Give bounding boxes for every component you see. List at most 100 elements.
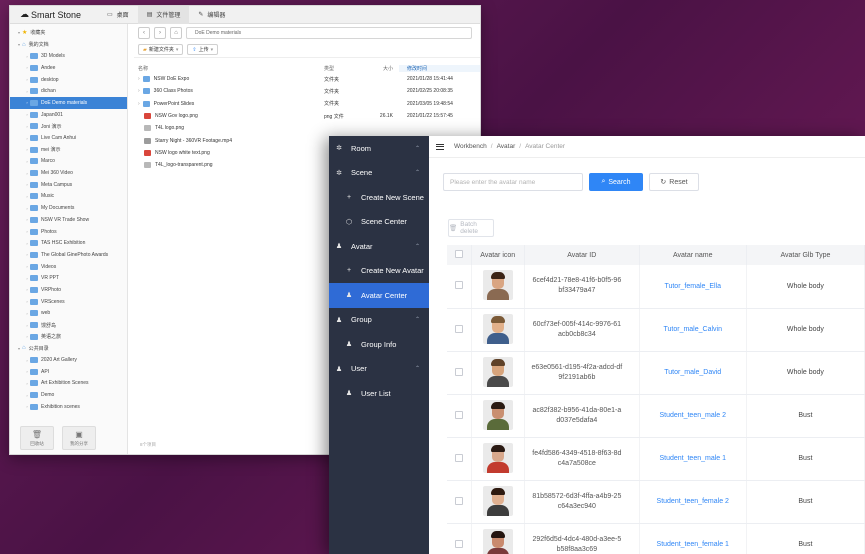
fm-tab[interactable]: ▤ 文件管理	[137, 5, 190, 24]
nav-item-group-info[interactable]: ♟ Group Info	[329, 332, 429, 357]
tree-item[interactable]: › The Global GinePhoto Awards	[10, 249, 127, 261]
row-checkbox[interactable]	[454, 410, 463, 419]
tree-item[interactable]: › Demo	[10, 389, 127, 401]
table-row[interactable]: e63e0561-d195-4f2a-adcd-df9f2191ab6b Tuto…	[447, 351, 865, 395]
sidebar-bottom-button[interactable]: ▣ 我的分享	[62, 426, 96, 450]
file-row[interactable]: T4L logo.png	[134, 122, 480, 134]
row-checkbox[interactable]	[454, 324, 463, 333]
tree-item[interactable]: › Exhibition scenes	[10, 401, 127, 413]
upload-button[interactable]: ⇧ 上传 ▾	[187, 44, 219, 55]
tree-item[interactable]: › VR PPT	[10, 272, 127, 284]
tree-item[interactable]: › Art Exhibition Scenes	[10, 378, 127, 390]
row-checkbox[interactable]	[454, 539, 463, 548]
avatar-name-link[interactable]: Student_teen_female 2	[657, 498, 729, 505]
tree-item[interactable]: › TAS HSC Exhibition	[10, 237, 127, 249]
nav-item-user[interactable]: ♟ User ⌃	[329, 357, 429, 382]
tree-item[interactable]: › Photos	[10, 226, 127, 238]
breadcrumb-workbench[interactable]: Workbench	[454, 143, 487, 150]
row-checkbox[interactable]	[454, 367, 463, 376]
table-row[interactable]: 292f6d5d-4dc4-480d-a3ee-5b58f8aa3c69 Stud…	[447, 523, 865, 554]
forward-icon[interactable]: ›	[154, 27, 166, 39]
row-select-cell	[447, 351, 472, 395]
tree-item[interactable]: › web	[10, 308, 127, 320]
avatar-name-link[interactable]: Tutor_male_Calvin	[663, 326, 722, 333]
file-row[interactable]: › NSW DoE Expo 文件夹 2021/01/28 15:41:44	[134, 73, 480, 85]
tree-item[interactable]: › 3D Models	[10, 50, 127, 62]
nav-item-group[interactable]: ♟ Group ⌃	[329, 308, 429, 333]
tree-item[interactable]: › API	[10, 366, 127, 378]
col-date[interactable]: 修改时间	[399, 64, 480, 72]
nav-item-user-list[interactable]: ♟ User List	[329, 381, 429, 406]
folder-icon	[30, 193, 38, 200]
tree-item[interactable]: › Japan001	[10, 109, 127, 121]
col-size[interactable]: 大小	[379, 65, 399, 72]
tree-item[interactable]: › 英语之旅	[10, 331, 127, 343]
tree-item[interactable]: › VRScenes	[10, 296, 127, 308]
table-row[interactable]: ac82f382-b956-41da-80e1-ad037e5dafa4 Stud…	[447, 394, 865, 438]
tree-item[interactable]: ▾ ⌂ 我的文档	[10, 39, 127, 51]
new-folder-button[interactable]: ▰ 新建文件夹 ▾	[138, 44, 184, 55]
tree-item[interactable]: › My Documents	[10, 202, 127, 214]
fm-tab[interactable]: ▭ 桌面	[98, 6, 138, 24]
tree-item[interactable]: › NSW VR Trade Show	[10, 214, 127, 226]
menu-toggle-icon[interactable]	[436, 143, 444, 150]
avatar-name-link[interactable]: Tutor_male_David	[664, 369, 721, 376]
avatar-icon-cell	[471, 480, 525, 524]
row-checkbox[interactable]	[454, 453, 463, 462]
file-row[interactable]: › 360 Class Photos 文件夹 2021/02/25 20:08:35	[134, 85, 480, 97]
file-row[interactable]: › PowerPoint Slides 文件夹 2021/03/05 19:48:54	[134, 98, 480, 110]
avatar-name-search-input[interactable]	[443, 173, 583, 191]
col-name[interactable]: 名称	[134, 65, 324, 72]
tree-item[interactable]: › mei 演示	[10, 144, 127, 156]
tree-item[interactable]: ▾ ★ 收藏夹	[10, 27, 127, 39]
tree-item[interactable]: › DoE Demo materials	[10, 97, 127, 109]
file-name-cell: NSW logo white text.png	[134, 149, 324, 156]
avatar-name-link[interactable]: Student_teen_male 2	[659, 412, 726, 419]
nav-item-avatar-center[interactable]: ♟ Avatar Center	[329, 283, 429, 308]
tree-item-label: Andee	[41, 64, 56, 71]
row-checkbox[interactable]	[454, 496, 463, 505]
upload-icon: ⇧	[192, 46, 197, 53]
breadcrumb-avatar[interactable]: Avatar	[497, 143, 516, 150]
tree-item[interactable]: › 馒舒岛	[10, 319, 127, 331]
avatar-name-link[interactable]: Tutor_female_Ella	[664, 283, 721, 290]
tree-item[interactable]: › Marco	[10, 156, 127, 168]
nav-item-create-new-avatar[interactable]: + Create New Avatar	[329, 259, 429, 284]
tree-item[interactable]: › VRPhoto	[10, 284, 127, 296]
tree-item[interactable]: › Mei 360 Video	[10, 167, 127, 179]
table-row[interactable]: 81b58572-6d3f-4ffa-a4b9-25c64a3ec940 Stud…	[447, 480, 865, 524]
tree-item[interactable]: › desktop	[10, 74, 127, 86]
home-icon[interactable]: ⌂	[170, 27, 182, 39]
tree-item[interactable]: › 2020 Art Gallery	[10, 354, 127, 366]
nav-item-scene[interactable]: ✲ Scene ⌃	[329, 161, 429, 186]
reset-button[interactable]: ↻ Reset	[649, 173, 699, 191]
tree-item[interactable]: › Meta Campus	[10, 179, 127, 191]
table-row[interactable]: 60cf73ef-005f-414c-9976-61acb0cb8c34 Tuto…	[447, 308, 865, 352]
nav-item-scene-center[interactable]: ⬡ Scene Center	[329, 210, 429, 235]
sidebar-bottom-button[interactable]: 🗑 回收站	[20, 426, 54, 450]
tree-item[interactable]: › Joni 演示	[10, 121, 127, 133]
file-row[interactable]: NSW Gov logo.png png 文件 26.1K 2021/01/22 15…	[134, 110, 480, 122]
tree-item[interactable]: › Videos	[10, 261, 127, 273]
fm-tab[interactable]: ✎ 编辑器	[189, 6, 234, 24]
tree-item[interactable]: › Andee	[10, 62, 127, 74]
select-all-checkbox[interactable]	[454, 250, 463, 258]
col-type[interactable]: 类型	[324, 65, 379, 72]
row-checkbox[interactable]	[454, 281, 463, 290]
tree-item[interactable]: › Live Cam Anhui	[10, 132, 127, 144]
tree-item[interactable]: › Music	[10, 191, 127, 203]
tree-item-label: Live Cam Anhui	[41, 135, 77, 142]
tree-item[interactable]: › dichan	[10, 85, 127, 97]
nav-item-room[interactable]: ✲ Room ⌃	[329, 136, 429, 161]
table-row[interactable]: fe4fd586-4349-4518-8f63-8dc4a7a508ce Stud…	[447, 437, 865, 481]
avatar-name-link[interactable]: Student_teen_male 1	[659, 455, 726, 462]
batch-delete-button[interactable]: 🗑 Batch delete	[448, 219, 494, 237]
search-button[interactable]: ⌕ Search	[589, 173, 643, 191]
nav-item-create-new-scene[interactable]: + Create New Scene	[329, 185, 429, 210]
back-icon[interactable]: ‹	[138, 27, 150, 39]
nav-item-avatar[interactable]: ♟ Avatar ⌃	[329, 234, 429, 259]
tree-item[interactable]: ▾ ⌂ 公共目录	[10, 343, 127, 355]
avatar-name-link[interactable]: Student_teen_female 1	[657, 541, 729, 548]
table-row[interactable]: 6cef4d21-78e8-41f6-b0f5-96bf33479a47 Tuto…	[447, 265, 865, 309]
fm-path[interactable]: DoE Demo materials	[186, 27, 472, 39]
